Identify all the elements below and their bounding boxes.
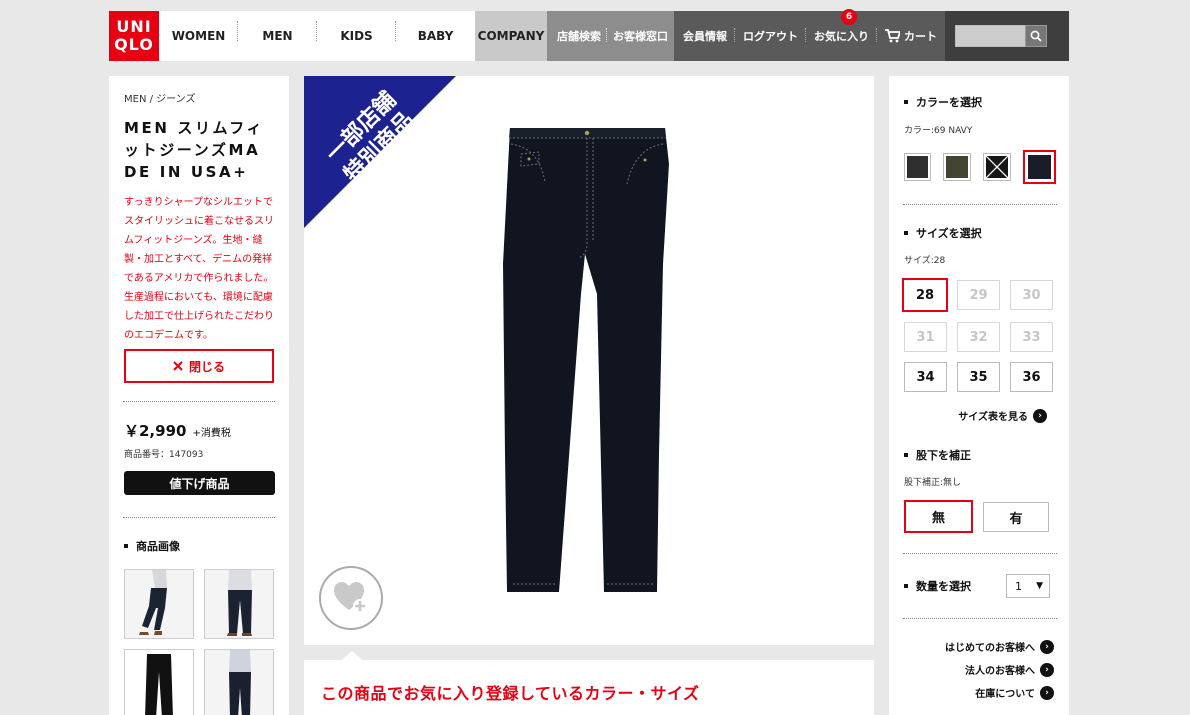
size-option-33[interactable]: 33 [1010, 322, 1053, 352]
uniqlo-logo[interactable]: UNI QLO [109, 11, 159, 61]
hem-none-button[interactable]: 無 [904, 500, 973, 533]
add-to-favorites-button[interactable] [319, 566, 383, 630]
close-label: 閉じる [188, 359, 225, 374]
thumbnail-model-back[interactable] [204, 649, 274, 715]
stock-info-link[interactable]: 在庫について › [904, 685, 1054, 700]
sale-items-button[interactable]: 値下げ商品 [124, 471, 275, 495]
product-price: ￥2,990 [124, 422, 187, 440]
nav-women[interactable]: WOMEN [159, 21, 238, 43]
size-option-31[interactable]: 31 [904, 322, 947, 352]
nav-men[interactable]: MEN [238, 21, 317, 43]
first-time-customers-link[interactable]: はじめてのお客様へ › [904, 639, 1054, 654]
product-image-area: 一部店舗 特別商品 [304, 76, 874, 645]
special-item-banner: 一部店舗 特別商品 [304, 76, 456, 228]
favorites-count-badge: 6 [841, 9, 857, 25]
divider [123, 401, 275, 402]
product-code: 商品番号：147093 [124, 450, 204, 460]
cart-icon [885, 29, 900, 43]
favorites-summary-panel: この商品でお気に入り登録しているカラー・サイズ [304, 651, 874, 715]
nav-member-info[interactable]: 会員情報 [674, 28, 735, 44]
size-option-28[interactable]: 28 [902, 278, 948, 312]
thumbnail-model-front[interactable] [204, 569, 274, 639]
color-swatch-olive[interactable] [943, 153, 971, 181]
thumbnail-flat-front[interactable] [124, 649, 194, 715]
corporate-customers-link[interactable]: 法人のお客様へ › [904, 662, 1054, 677]
thumbnail-model-side[interactable] [124, 569, 194, 639]
chevron-right-icon: › [1040, 685, 1054, 700]
size-option-30[interactable]: 30 [1010, 280, 1053, 310]
search-input[interactable] [955, 25, 1025, 47]
hem-options: 無 有 [904, 500, 1056, 533]
primary-nav: WOMEN MEN KIDS BABY [159, 11, 475, 61]
nav-baby[interactable]: BABY [396, 29, 475, 43]
price-row: ￥2,990 +消費税 [124, 420, 274, 441]
account-nav: 会員情報 ログアウト お気に入り 6 カート [674, 9, 945, 61]
size-option-29[interactable]: 29 [957, 280, 1000, 310]
size-option-36[interactable]: 36 [1010, 362, 1053, 392]
product-info-panel: MEN / ジーンズ MEN スリムフィットジーンズMADE IN USA+ す… [109, 76, 289, 715]
product-title: MEN スリムフィットジーンズMADE IN USA+ [124, 119, 265, 181]
divider [903, 618, 1057, 619]
dropdown-arrow-icon: ▼ [1036, 581, 1043, 591]
panel-notch [342, 651, 362, 660]
quantity-select[interactable]: 1 ▼ [1006, 574, 1050, 598]
close-description-button[interactable]: 閉じる [124, 349, 274, 383]
close-icon [173, 361, 183, 371]
help-links: はじめてのお客様へ › 法人のお客様へ › 在庫について › [904, 639, 1056, 700]
nav-kids[interactable]: KIDS [317, 21, 396, 43]
options-panel: カラーを選択 カラー:69 NAVY サイズを選択 サイズ:28 28 29 3… [889, 76, 1069, 715]
hem-selected-label: 股下補正:無し [904, 478, 962, 488]
jeans-product-image[interactable] [499, 124, 679, 594]
color-selected-label: カラー:69 NAVY [904, 126, 973, 136]
size-grid: 28 29 30 31 32 33 34 35 36 [902, 278, 1056, 392]
size-option-34[interactable]: 34 [904, 362, 947, 392]
chevron-right-icon: › [1033, 408, 1047, 423]
favorites-label: お気に入り [814, 30, 869, 43]
site-header: UNI QLO WOMEN MEN KIDS BABY COMPANY 店舗検索… [109, 9, 1069, 61]
quantity-value: 1 [1015, 579, 1022, 593]
size-heading: サイズを選択 [904, 225, 1056, 241]
color-swatches [904, 150, 1057, 184]
nav-favorites[interactable]: お気に入り 6 [806, 9, 877, 44]
nav-store-search[interactable]: 店舗検索 [547, 28, 607, 44]
nav-cart[interactable]: カート [877, 28, 945, 44]
hem-heading: 股下を補正 [904, 447, 1056, 463]
nav-logout[interactable]: ログアウト [735, 28, 806, 44]
sold-out-cross-icon [985, 156, 1008, 178]
color-heading: カラーを選択 [904, 94, 1056, 110]
color-swatch-black[interactable] [982, 153, 1011, 181]
product-description: すっきりシャープなシルエットでスタイリッシュに着こなせるスリムフィットジーンズ。… [124, 197, 274, 341]
tax-label: +消費税 [192, 428, 231, 439]
nav-company[interactable]: COMPANY [475, 11, 547, 61]
search-button[interactable] [1025, 25, 1047, 47]
divider [903, 553, 1057, 554]
product-images-heading: 商品画像 [124, 538, 274, 554]
nav-customer-support[interactable]: お客様窓口 [607, 28, 674, 44]
chevron-right-icon: › [1040, 639, 1054, 654]
chevron-right-icon: › [1040, 662, 1054, 677]
hem-yes-button[interactable]: 有 [983, 502, 1049, 532]
search-icon [1030, 30, 1042, 42]
quantity-row: 数量を選択 1 ▼ [904, 574, 1056, 598]
divider [903, 204, 1057, 205]
size-selected-label: サイズ:28 [904, 256, 946, 266]
search-bar [945, 11, 1069, 61]
breadcrumb[interactable]: MEN / ジーンズ [124, 90, 274, 105]
size-chart-link[interactable]: サイズ表を見る › [904, 408, 1056, 423]
color-swatch-dark-gray[interactable] [904, 153, 932, 181]
secondary-nav: 店舗検索 お客様窓口 [547, 11, 674, 61]
divider [123, 517, 275, 518]
size-option-35[interactable]: 35 [957, 362, 1000, 392]
product-thumbnails [124, 569, 274, 715]
heart-plus-icon [334, 582, 367, 613]
size-option-32[interactable]: 32 [957, 322, 1000, 352]
cart-label: カート [904, 30, 937, 43]
quantity-heading: 数量を選択 [904, 578, 971, 594]
favorites-summary-title: この商品でお気に入り登録しているカラー・サイズ [321, 684, 700, 703]
color-swatch-navy[interactable] [1022, 150, 1057, 184]
